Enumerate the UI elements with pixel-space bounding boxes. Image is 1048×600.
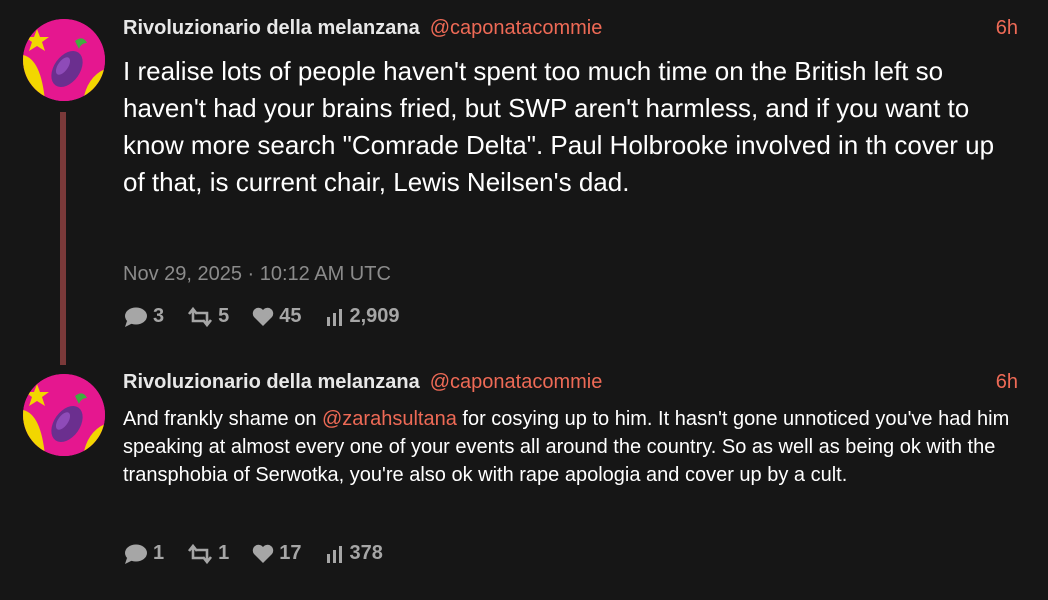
views-button[interactable]: 378	[324, 542, 383, 565]
views-button[interactable]: 2,909	[324, 305, 400, 328]
tweet-stats: 1 1 17 378	[123, 542, 405, 565]
view-count: 2,909	[349, 305, 400, 327]
comment-icon	[125, 544, 147, 564]
heart-icon	[253, 544, 274, 563]
tweet-text: And frankly shame on @zarahsultana for c…	[123, 405, 1018, 489]
text-before-mention: And frankly shame on	[123, 408, 322, 430]
retweet-icon	[188, 306, 213, 327]
tweet-header: Rivoluzionario della melanzana @caponata…	[123, 17, 1018, 47]
author-name[interactable]: Rivoluzionario della melanzana	[123, 17, 420, 40]
reply-count: 3	[153, 305, 165, 327]
reply-button[interactable]: 1	[123, 542, 164, 565]
retweet-count: 5	[218, 305, 230, 327]
tweet-1[interactable]: Rivoluzionario della melanzana @caponata…	[0, 0, 1048, 365]
avatar[interactable]	[23, 19, 105, 101]
tweet-text: I realise lots of people haven't spent t…	[123, 56, 995, 197]
mention-link[interactable]: @zarahsultana	[322, 408, 457, 430]
reply-button[interactable]: 3	[123, 305, 164, 328]
tweet-header: Rivoluzionario della melanzana @caponata…	[123, 371, 1018, 401]
views-chart-icon	[326, 545, 342, 563]
author-handle[interactable]: @caponatacommie	[430, 17, 603, 40]
heart-icon	[253, 307, 274, 326]
relative-time[interactable]: 6h	[996, 17, 1018, 40]
retweet-button[interactable]: 1	[186, 542, 229, 565]
author-handle[interactable]: @caponatacommie	[430, 371, 603, 394]
tweet-stats: 3 5 45 2,909	[123, 305, 422, 328]
retweet-icon	[188, 543, 213, 564]
like-button[interactable]: 45	[251, 305, 302, 328]
like-count: 45	[279, 305, 302, 327]
view-count: 378	[349, 542, 383, 564]
author-name[interactable]: Rivoluzionario della melanzana	[123, 371, 420, 394]
eggplant-avatar-icon	[23, 19, 105, 101]
tweet-thread: Rivoluzionario della melanzana @caponata…	[0, 0, 1048, 600]
relative-time[interactable]: 6h	[996, 371, 1018, 394]
like-button[interactable]: 17	[251, 542, 302, 565]
eggplant-avatar-icon	[23, 374, 105, 456]
retweet-count: 1	[218, 542, 230, 564]
reply-count: 1	[153, 542, 165, 564]
retweet-button[interactable]: 5	[186, 305, 229, 328]
views-chart-icon	[326, 308, 342, 326]
like-count: 17	[279, 542, 302, 564]
tweet-2[interactable]: Rivoluzionario della melanzana @caponata…	[0, 365, 1048, 600]
tweet-timestamp[interactable]: Nov 29, 2025 · 10:12 AM UTC	[123, 263, 391, 286]
avatar[interactable]	[23, 374, 105, 456]
comment-icon	[125, 307, 147, 327]
